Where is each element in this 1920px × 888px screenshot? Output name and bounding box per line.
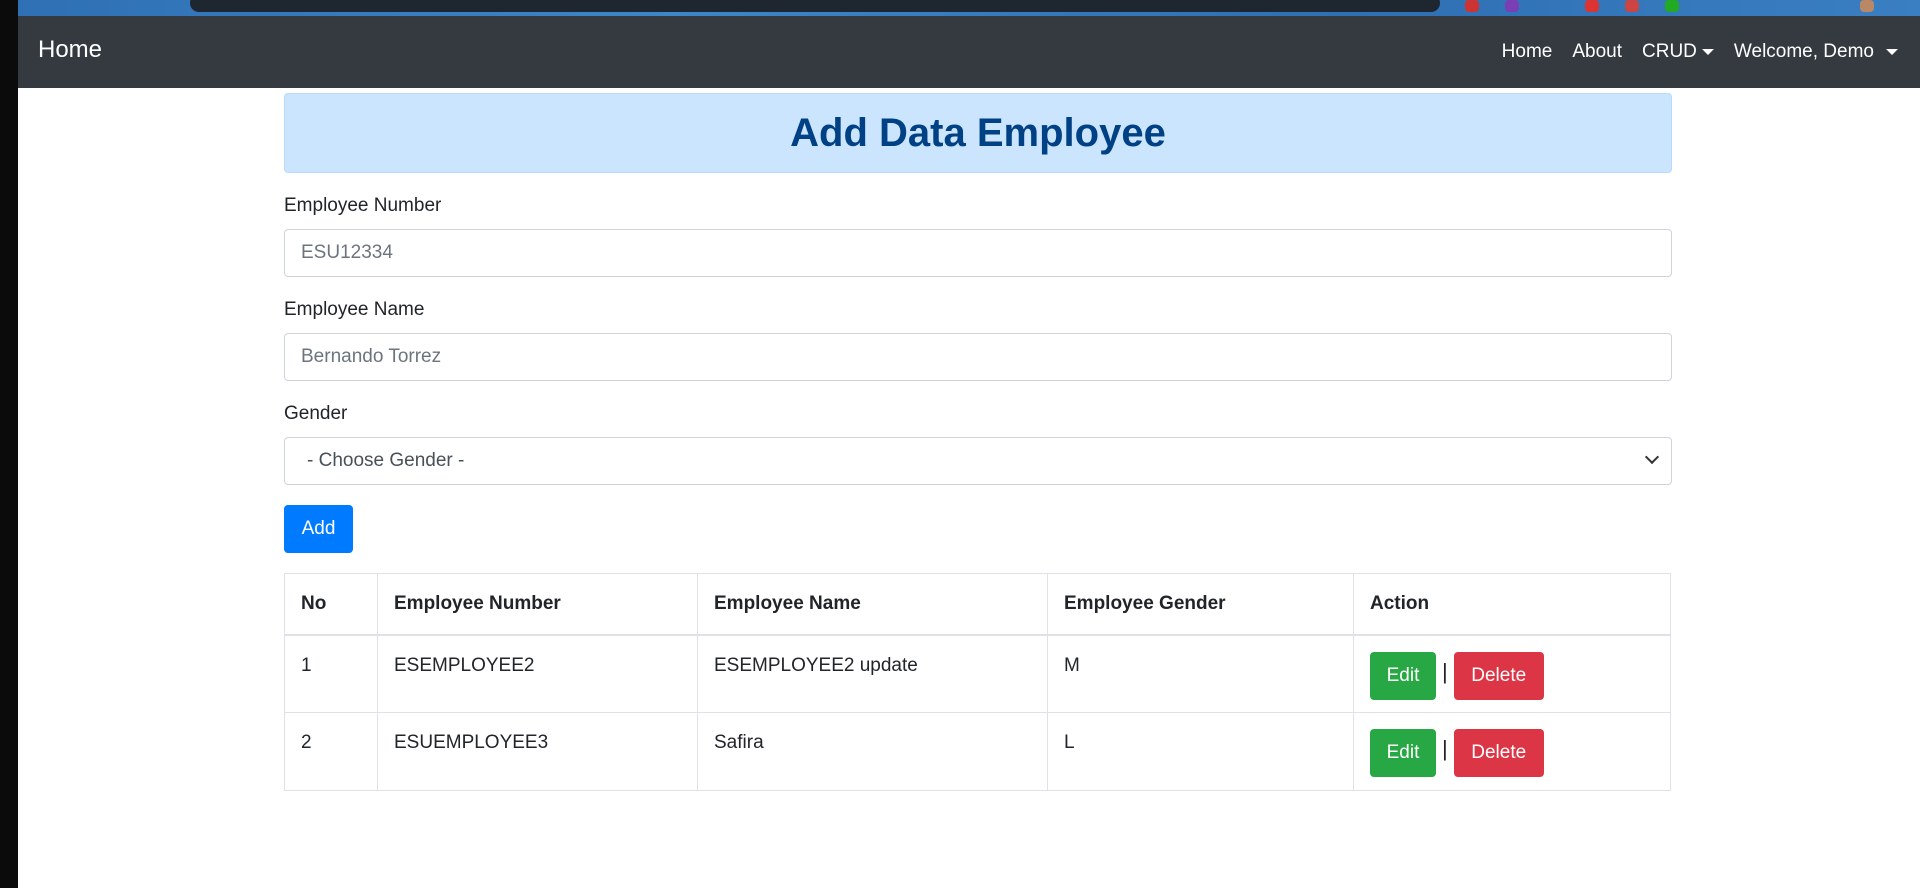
employee-number-placeholder: ESU12334 [301, 242, 393, 263]
table-row: 1 ESEMPLOYEE2 ESEMPLOYEE2 update M Edit |… [284, 634, 1671, 713]
header-employee-number: Employee Number [377, 573, 698, 636]
tray-icon [1465, 0, 1479, 12]
tray-icon [1860, 0, 1874, 12]
delete-button[interactable]: Delete [1453, 729, 1544, 777]
nav-link-about-label: About [1572, 41, 1623, 62]
edit-button[interactable]: Edit [1370, 651, 1436, 700]
tray-icon [1665, 0, 1679, 12]
cell-employee-gender: L [1047, 712, 1354, 791]
nav-link-home-label: Home [1501, 41, 1553, 62]
nav-user-label: Welcome, Demo [1733, 41, 1874, 62]
cell-no: 1 [284, 634, 378, 713]
header-employee-gender: Employee Gender [1047, 573, 1354, 636]
nav-link-home[interactable]: Home [1502, 41, 1553, 63]
navbar-brand[interactable]: Home [38, 36, 102, 64]
cell-employee-name: ESEMPLOYEE2 update [697, 634, 1048, 713]
action-separator: | [1442, 658, 1448, 684]
employee-table: No Employee Number Employee Name Employe… [284, 573, 1671, 791]
left-edge-bar [0, 0, 18, 888]
employee-number-group: Employee Number ESU12334 [284, 195, 1672, 277]
employee-name-group: Employee Name Bernando Torrez [284, 299, 1672, 381]
tray-icon [1585, 0, 1599, 12]
gender-select-value: - Choose Gender - [307, 450, 465, 471]
employee-name-input[interactable]: Bernando Torrez [284, 333, 1672, 381]
cell-no: 2 [284, 712, 378, 791]
gender-label: Gender [284, 403, 348, 424]
tray-icon [1625, 0, 1639, 12]
nav-link-about[interactable]: About [1572, 41, 1622, 63]
caret-down-icon [1886, 49, 1898, 55]
delete-button[interactable]: Delete [1453, 651, 1544, 700]
gender-select[interactable]: - Choose Gender - [284, 437, 1672, 485]
employee-name-placeholder: Bernando Torrez [301, 346, 442, 367]
main-container: Add Data Employee Employee Number ESU123… [284, 93, 1672, 791]
chevron-down-icon [1644, 449, 1660, 465]
edit-button[interactable]: Edit [1370, 729, 1436, 777]
header-no: No [284, 573, 378, 636]
table-header-row: No Employee Number Employee Name Employe… [284, 573, 1671, 636]
cell-employee-gender: M [1047, 634, 1354, 713]
header-employee-name: Employee Name [697, 573, 1048, 636]
employee-name-label: Employee Name [284, 299, 425, 320]
cell-employee-number: ESUEMPLOYEE3 [377, 712, 698, 791]
caret-down-icon [1701, 49, 1714, 55]
navbar: Home Home About CRUD Welcome, Demo [18, 16, 1920, 88]
cell-action: Edit | Delete [1353, 712, 1671, 791]
desktop-top-strip [0, 0, 1920, 16]
cell-employee-number: ESEMPLOYEE2 [377, 634, 698, 713]
nav-dropdown-user[interactable]: Welcome, Demo [1734, 41, 1898, 63]
nav-links: Home About CRUD Welcome, Demo [1492, 16, 1908, 88]
action-separator: | [1442, 736, 1448, 761]
tray-icon [1505, 0, 1519, 12]
cell-employee-name: Safira [697, 712, 1048, 791]
gender-group: Gender - Choose Gender - [284, 403, 1672, 485]
header-action: Action [1353, 573, 1671, 636]
page-header-banner: Add Data Employee [284, 93, 1672, 173]
cell-action: Edit | Delete [1353, 634, 1671, 713]
table-row: 2 ESUEMPLOYEE3 Safira L Edit | Delete [284, 712, 1671, 791]
browser-address-bar [190, 0, 1440, 12]
employee-number-label: Employee Number [284, 195, 442, 216]
nav-crud-label: CRUD [1642, 41, 1697, 62]
add-button[interactable]: Add [284, 505, 353, 553]
employee-number-input[interactable]: ESU12334 [284, 229, 1672, 277]
nav-dropdown-crud[interactable]: CRUD [1642, 41, 1714, 63]
page-title: Add Data Employee [790, 110, 1166, 155]
